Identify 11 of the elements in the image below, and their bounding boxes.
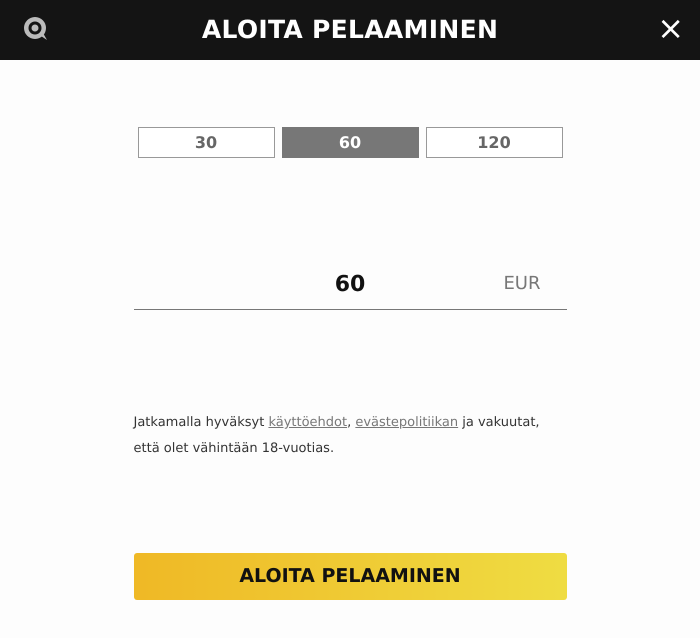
close-button[interactable]: × (651, 10, 690, 46)
currency-label: EUR (503, 272, 540, 296)
amount-option[interactable]: 60 (282, 127, 418, 158)
terms-text: Jatkamalla hyväksyt käyttöehdot, evästepolitiikan ja vakuutat, että olet vähintään 18-vuotias. (134, 414, 541, 458)
amount-option[interactable]: 120 (426, 127, 562, 158)
terms-link[interactable]: evästepolitiikan (355, 415, 458, 430)
start-playing-button[interactable]: ALOITA PELAAMINEN (134, 553, 566, 600)
dialog-title: ALOITA PELAAMINEN (202, 14, 498, 46)
terms-link[interactable]: käyttöehdot (268, 415, 348, 430)
amount-option[interactable]: 30 (138, 127, 274, 158)
chat-bubble-icon[interactable] (22, 16, 50, 42)
